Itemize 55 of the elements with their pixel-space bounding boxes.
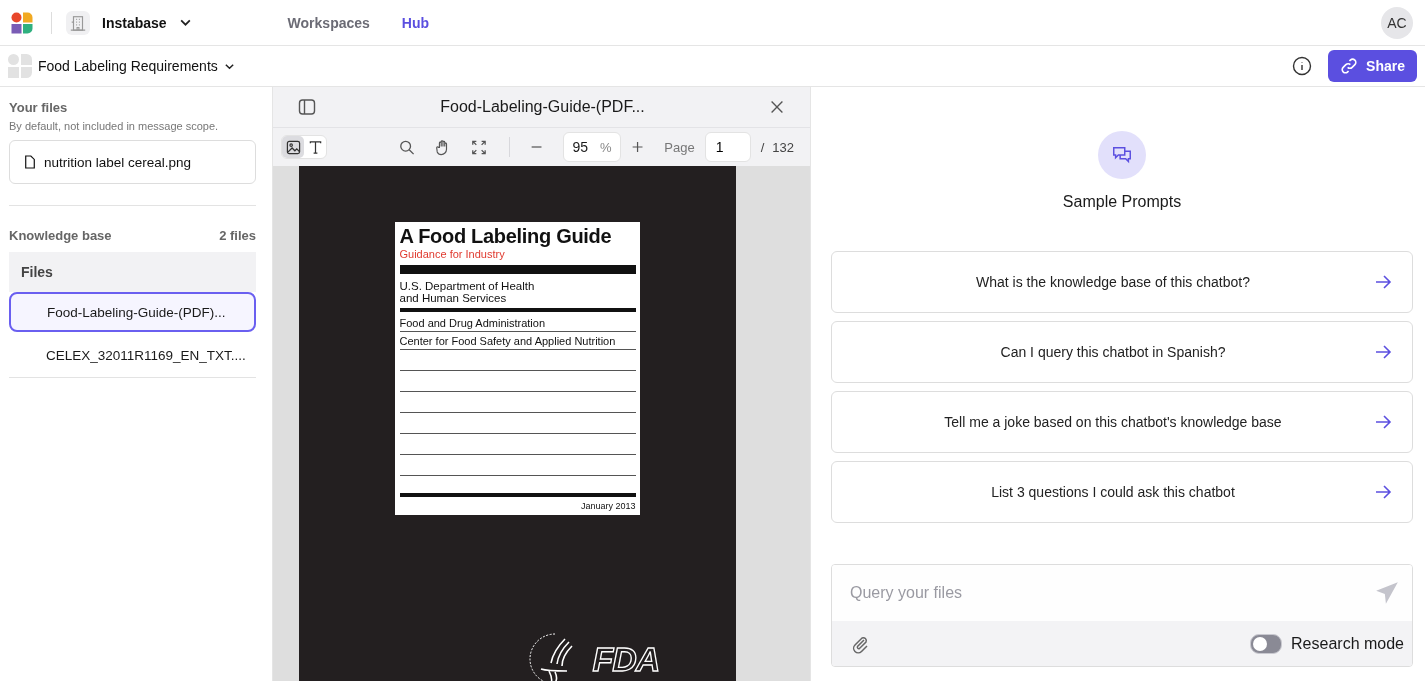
link-icon <box>1340 57 1359 75</box>
sidebar-toggle-icon[interactable] <box>297 97 317 117</box>
arrow-right-icon <box>1374 273 1392 291</box>
arrow-right-icon <box>1374 483 1392 501</box>
page-separator: / <box>760 139 765 155</box>
app-icon <box>8 54 32 78</box>
file-item[interactable]: CELEX_32011R1169_EN_TXT.... <box>9 335 256 375</box>
building-icon <box>66 10 90 35</box>
share-button[interactable]: Share <box>1328 50 1417 82</box>
file-item[interactable]: Food-Labeling-Guide-(PDF)... <box>9 292 256 332</box>
file-icon <box>24 155 36 169</box>
research-mode-toggle[interactable] <box>1250 633 1283 654</box>
nav-tab[interactable]: Workspaces <box>287 14 370 31</box>
toggle-label: Research mode <box>1291 634 1404 653</box>
cover-agency: Food and Drug Administration <box>399 317 547 329</box>
cover-subtitle: Guidance for Industry <box>399 248 506 260</box>
sample-prompt[interactable]: Tell me a joke based on this chatbot's knowledge base <box>831 391 1413 453</box>
zoom-unit: % <box>600 139 612 155</box>
chat-bubbles-icon <box>1098 131 1146 179</box>
fda-logo: FDA <box>592 639 660 679</box>
file-item[interactable]: nutrition label cereal.png <box>9 140 256 184</box>
section-heading: Your files <box>9 100 69 115</box>
arrow-right-icon <box>1374 343 1392 361</box>
arrow-right-icon <box>1374 413 1392 431</box>
sample-prompt[interactable]: What is the knowledge base of this chatbot? <box>831 251 1413 313</box>
section-heading: Knowledge base <box>9 228 112 243</box>
file-count: 2 files <box>219 228 256 243</box>
sample-prompt[interactable]: Can I query this chatbot in Spanish? <box>831 321 1413 383</box>
cover-center: Center for Food Safety and Applied Nutrition <box>399 335 617 347</box>
cover-department: U.S. Department of Health and Human Services <box>399 280 536 304</box>
zoom-value: 95 <box>572 139 588 155</box>
document-title: Food-Labeling-Guide-(PDF... <box>439 98 646 116</box>
user-avatar[interactable]: AC <box>1381 6 1413 39</box>
image-mode-button[interactable] <box>282 136 304 158</box>
text-icon <box>307 139 323 155</box>
app-logo-icon[interactable] <box>11 11 33 34</box>
nav-tab[interactable]: Hub <box>401 14 430 31</box>
cover-date: January 2013 <box>579 501 636 511</box>
group-header: Files <box>9 252 256 292</box>
section-note: By default, not included in message scope. <box>9 120 220 132</box>
page-label: Page <box>664 139 695 155</box>
fit-screen-icon[interactable] <box>470 138 487 156</box>
project-dropdown[interactable]: Food Labeling Requirements <box>38 58 235 74</box>
zoom-field[interactable]: 95 % <box>562 132 622 162</box>
section-heading: Sample Prompts <box>1062 193 1182 211</box>
page-total: 132 <box>772 139 794 155</box>
zoom-in-icon[interactable] <box>631 140 645 154</box>
sample-prompt[interactable]: List 3 questions I could ask this chatbot <box>831 461 1413 523</box>
query-input[interactable]: Query your files <box>848 583 1374 603</box>
page-field[interactable]: 1 <box>704 132 751 162</box>
cover-title: A Food Labeling Guide <box>399 225 613 248</box>
info-icon[interactable] <box>1292 56 1313 76</box>
image-icon <box>285 139 301 155</box>
organization-dropdown[interactable]: Instabase <box>102 14 192 31</box>
search-icon[interactable] <box>399 138 415 156</box>
